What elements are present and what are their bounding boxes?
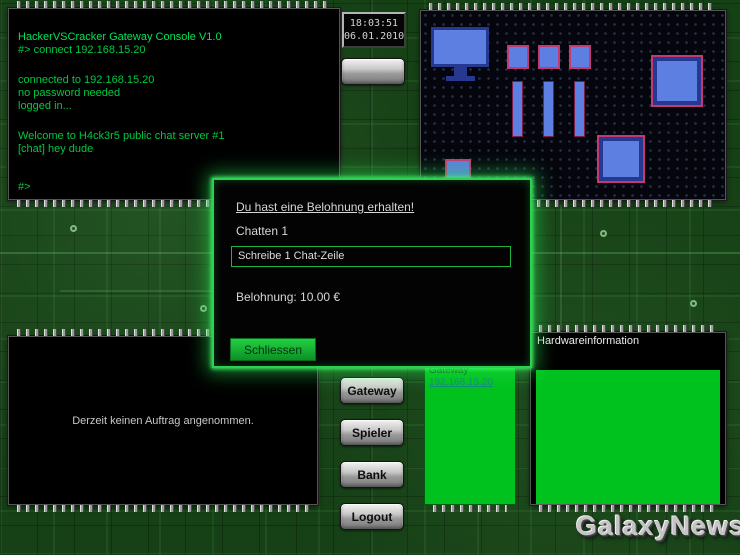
monitor-base-icon xyxy=(446,76,475,81)
circuit-via xyxy=(70,225,77,232)
mission-status-text: Derzeit keinen Auftrag angenommen. xyxy=(72,414,254,427)
circuit-via xyxy=(690,300,697,307)
component-icon xyxy=(445,159,471,179)
terminal-line: HackerVSCracker Gateway Console V1.0 xyxy=(18,31,222,43)
circuit-trace xyxy=(560,205,562,330)
terminal-line: Welcome to H4ck3r5 public chat server #1 xyxy=(18,130,225,142)
hardware-info-panel: Hardwareinformation xyxy=(530,325,726,512)
terminal-line: logged in... xyxy=(18,100,72,112)
gateway-status-panel: Gateway 192.168.15.20 xyxy=(424,345,516,512)
chip-pins-top xyxy=(539,325,717,332)
reward-dialog: Du hast eine Belohnung erhalten! Chatten… xyxy=(212,178,532,368)
hardware-panel-title: Hardwareinformation xyxy=(537,335,640,347)
terminal-line: connected to 192.168.15.20 xyxy=(18,74,155,86)
chip-pins-bottom xyxy=(17,505,309,512)
terminal-line: [chat] hey dude xyxy=(18,143,94,155)
galaxynews-logo: GalaxyNews xyxy=(576,511,740,541)
cpu-chip-icon xyxy=(651,55,703,107)
terminal-panel[interactable]: HackerVSCracker Gateway Console V1.0 #> … xyxy=(8,1,340,207)
game-screen: HackerVSCracker Gateway Console V1.0 #> … xyxy=(0,0,740,555)
clock-time: 18:03:51 xyxy=(349,18,399,29)
chip-pins-top xyxy=(429,3,717,10)
expansion-slot-icon xyxy=(574,81,585,137)
dialog-title: Du hast eine Belohnung erhalten! xyxy=(236,200,415,214)
task-description-box: Schreibe 1 Chat-Zeile xyxy=(231,246,511,267)
circuit-via xyxy=(200,305,207,312)
nav-logout-button[interactable]: Logout xyxy=(340,503,404,530)
hardware-diagram-panel xyxy=(420,3,726,207)
monitor-stand-icon xyxy=(454,67,467,76)
clock-display: 18:03:51 06.01.2010 xyxy=(342,12,406,48)
circuit-via xyxy=(600,230,607,237)
nav-bank-button[interactable]: Bank xyxy=(340,461,404,488)
unlabeled-button[interactable] xyxy=(341,58,405,85)
ram-module-icon xyxy=(569,45,591,69)
clock-date: 06.01.2010 xyxy=(344,31,405,42)
expansion-slot-icon xyxy=(543,81,554,137)
gateway-address-link[interactable]: 192.168.15.20 xyxy=(429,377,493,388)
terminal-output: HackerVSCracker Gateway Console V1.0 #> … xyxy=(18,31,331,156)
terminal-line: no password needed xyxy=(18,87,121,99)
ram-module-icon xyxy=(507,45,529,69)
ram-module-icon xyxy=(538,45,560,69)
task-name: Chatten 1 xyxy=(236,224,289,238)
close-dialog-button[interactable]: Schliessen xyxy=(230,338,316,361)
cpu-chip-icon xyxy=(597,135,645,183)
nav-spieler-button[interactable]: Spieler xyxy=(340,419,404,446)
monitor-screen-icon xyxy=(431,27,489,67)
terminal-line: #> connect 192.168.15.20 xyxy=(18,44,146,56)
nav-gateway-button[interactable]: Gateway xyxy=(340,377,404,404)
hardware-content-area xyxy=(536,370,720,504)
chip-pins-bottom xyxy=(433,505,507,512)
expansion-slot-icon xyxy=(512,81,523,137)
reward-amount: Belohnung: 10.00 € xyxy=(236,290,341,304)
terminal-prompt[interactable]: #> xyxy=(18,181,31,194)
chip-pins-top xyxy=(17,1,331,8)
